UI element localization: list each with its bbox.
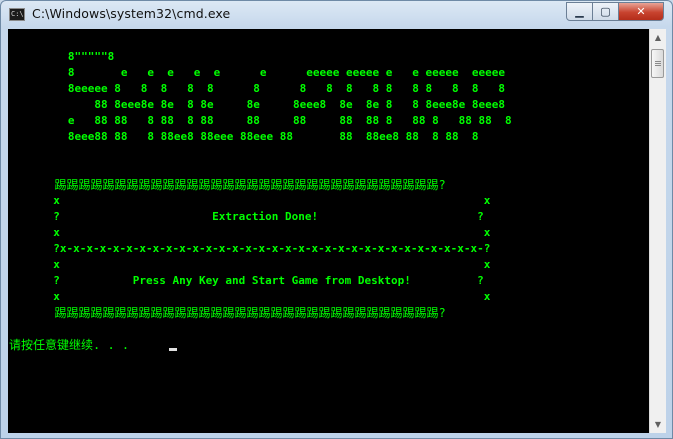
cmd-window: C:\ C:\Windows\system32\cmd.exe ▁ ▢ ✕ 8"…: [0, 0, 673, 439]
cmd-app-icon[interactable]: C:\: [9, 8, 25, 21]
text-cursor: [169, 348, 177, 351]
title-bar[interactable]: C:\ C:\Windows\system32\cmd.exe ▁ ▢ ✕: [1, 1, 672, 29]
window-title: C:\Windows\system32\cmd.exe: [32, 6, 231, 21]
box-divider: ?x-x-x-x-x-x-x-x-x-x-x-x-x-x-x-x-x-x-x-x…: [40, 242, 491, 255]
banner-line-4: 88 8eee8e 8e 8 8e 8e 8eee8 8e 8e 8 8 8ee…: [48, 98, 505, 111]
banner-line-5: e 88 88 8 88 8 88 88 88 88 88 8 88 8 88 …: [48, 114, 512, 127]
console-screen: 8"""""8 8 e e e e e e eeeee eeeee e e ee…: [8, 29, 649, 433]
banner-line-6: 8eee88 88 8 88ee8 88eee 88eee 88 88 88ee…: [48, 130, 479, 143]
vertical-scrollbar[interactable]: ▲ ▼: [649, 29, 666, 433]
banner-line-2: 8 e e e e e e eeeee eeeee e e eeeee eeee…: [48, 66, 505, 79]
banner-line-3: 8eeeee 8 8 8 8 8 8 8 8 8 8 8 8 8 8 8 8: [48, 82, 505, 95]
close-icon: ✕: [636, 5, 646, 18]
maximize-icon: ▢: [600, 5, 611, 18]
box-bottom-border: 踢踢踢踢踢踢踢踢踢踢踢踢踢踢踢踢踢踢踢踢踢踢踢踢踢踢踢踢踢踢踢踢?: [40, 306, 446, 320]
scroll-down-button[interactable]: ▼: [650, 416, 666, 433]
arrow-up-icon: ▲: [654, 33, 662, 42]
arrow-down-icon: ▼: [654, 420, 662, 429]
console-area[interactable]: 8"""""8 8 e e e e e e eeeee eeeee e e ee…: [8, 29, 649, 433]
thumb-grip: [655, 65, 661, 66]
banner-line-1: 8"""""8: [48, 50, 115, 63]
press-any-key-message: ? Press Any Key and Start Game from Desk…: [40, 274, 484, 287]
pause-prompt: 请按任意键继续. . .: [9, 338, 130, 352]
minimize-icon: ▁: [575, 5, 584, 18]
minimize-button[interactable]: ▁: [566, 2, 593, 21]
extraction-done-message: ? Extraction Done! ?: [40, 210, 484, 223]
box-line-6: x x: [40, 258, 491, 271]
thumb-grip: [655, 61, 661, 62]
box-top-border: 踢踢踢踢踢踢踢踢踢踢踢踢踢踢踢踢踢踢踢踢踢踢踢踢踢踢踢踢踢踢踢踢?: [40, 178, 446, 192]
scroll-thumb[interactable]: [651, 49, 664, 78]
box-line-8: x x: [40, 290, 491, 303]
scroll-up-button[interactable]: ▲: [650, 29, 666, 46]
maximize-button[interactable]: ▢: [592, 2, 619, 21]
box-line-4: x x: [40, 226, 491, 239]
thumb-grip: [655, 63, 661, 64]
close-button[interactable]: ✕: [618, 2, 664, 21]
box-line-2: x x: [40, 194, 491, 207]
